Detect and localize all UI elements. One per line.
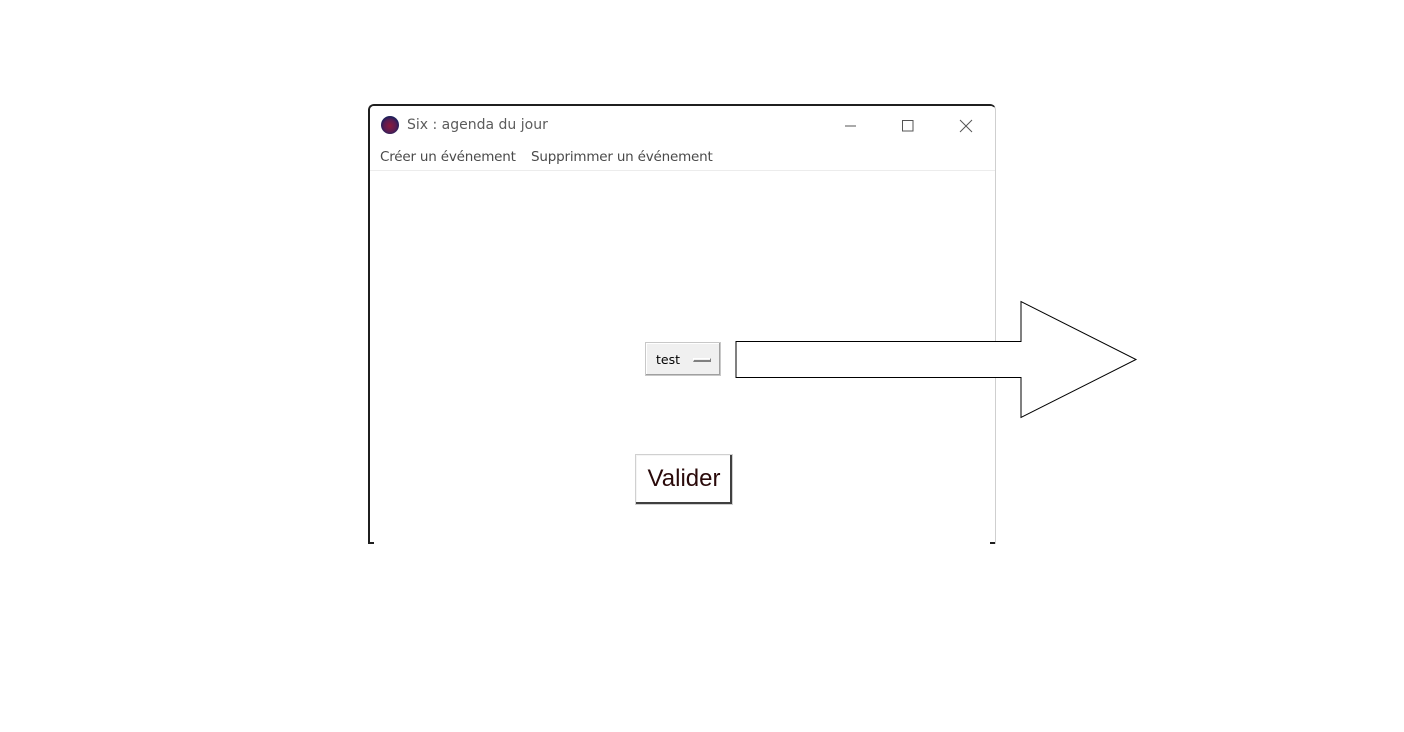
minimize-icon xyxy=(845,125,856,127)
close-button[interactable] xyxy=(937,106,995,146)
option-menu-indicator-icon xyxy=(693,358,711,362)
close-icon xyxy=(959,119,973,133)
event-option-menu[interactable]: test xyxy=(645,342,721,376)
app-icon xyxy=(381,116,399,134)
menu-bar: Créer un événement Supprimmer un événeme… xyxy=(370,146,995,171)
title-bar[interactable]: Six : agenda du jour xyxy=(370,106,995,146)
option-menu-selected-value: test xyxy=(656,352,681,367)
menu-create-event[interactable]: Créer un événement xyxy=(380,149,516,165)
minimize-button[interactable] xyxy=(822,106,880,146)
maximize-button[interactable] xyxy=(879,106,937,146)
window-title: Six : agenda du jour xyxy=(407,117,548,133)
arrow-shape xyxy=(735,300,1138,419)
right-arrow-icon xyxy=(735,300,1138,419)
validate-button[interactable]: Valider xyxy=(635,454,733,505)
maximize-icon xyxy=(902,120,914,132)
menu-delete-event[interactable]: Supprimmer un événement xyxy=(531,149,713,165)
